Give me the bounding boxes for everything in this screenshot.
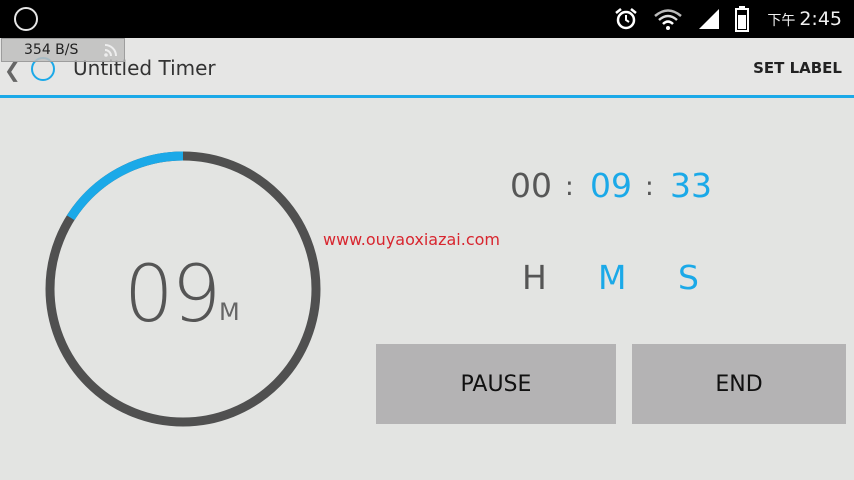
signal-icon: [697, 7, 721, 31]
seconds-label: S: [678, 258, 699, 297]
dial-unit: M: [219, 298, 240, 326]
notification-circle-icon: [14, 7, 38, 31]
alarm-icon: [613, 6, 639, 32]
timer-hours: 00: [510, 166, 552, 205]
dial-minutes-value: 09: [124, 250, 221, 340]
status-icons: 下午 2:45: [613, 4, 842, 34]
status-time-value: 2:45: [799, 8, 842, 30]
dial-progress-arc: [66, 151, 184, 221]
time-separator: :: [565, 172, 574, 202]
watermark-text: www.ouyaoxiazai.com: [323, 230, 500, 249]
status-time-period: 下午: [767, 13, 796, 29]
rss-icon: [104, 43, 118, 61]
status-time: 下午 2:45: [767, 8, 842, 30]
action-bar-divider: [0, 95, 854, 98]
timer-seconds: 33: [670, 166, 712, 205]
network-speed-overlay: 354 B/S: [1, 38, 125, 62]
network-speed-value: 354 B/S: [24, 42, 79, 58]
timer-minutes: 09: [590, 166, 632, 205]
end-button[interactable]: END: [632, 344, 846, 424]
minutes-label: M: [598, 258, 627, 297]
set-label-button[interactable]: SET LABEL: [753, 59, 842, 77]
action-bar: ❮ Untitled Timer SET LABEL: [0, 38, 854, 98]
hours-label: H: [522, 258, 547, 297]
timer-dial: 09 M: [44, 150, 322, 428]
wifi-icon: [653, 7, 683, 31]
pause-button[interactable]: PAUSE: [376, 344, 616, 424]
status-bar: 下午 2:45: [0, 0, 854, 38]
battery-icon: [735, 6, 750, 32]
time-separator: :: [645, 172, 654, 202]
